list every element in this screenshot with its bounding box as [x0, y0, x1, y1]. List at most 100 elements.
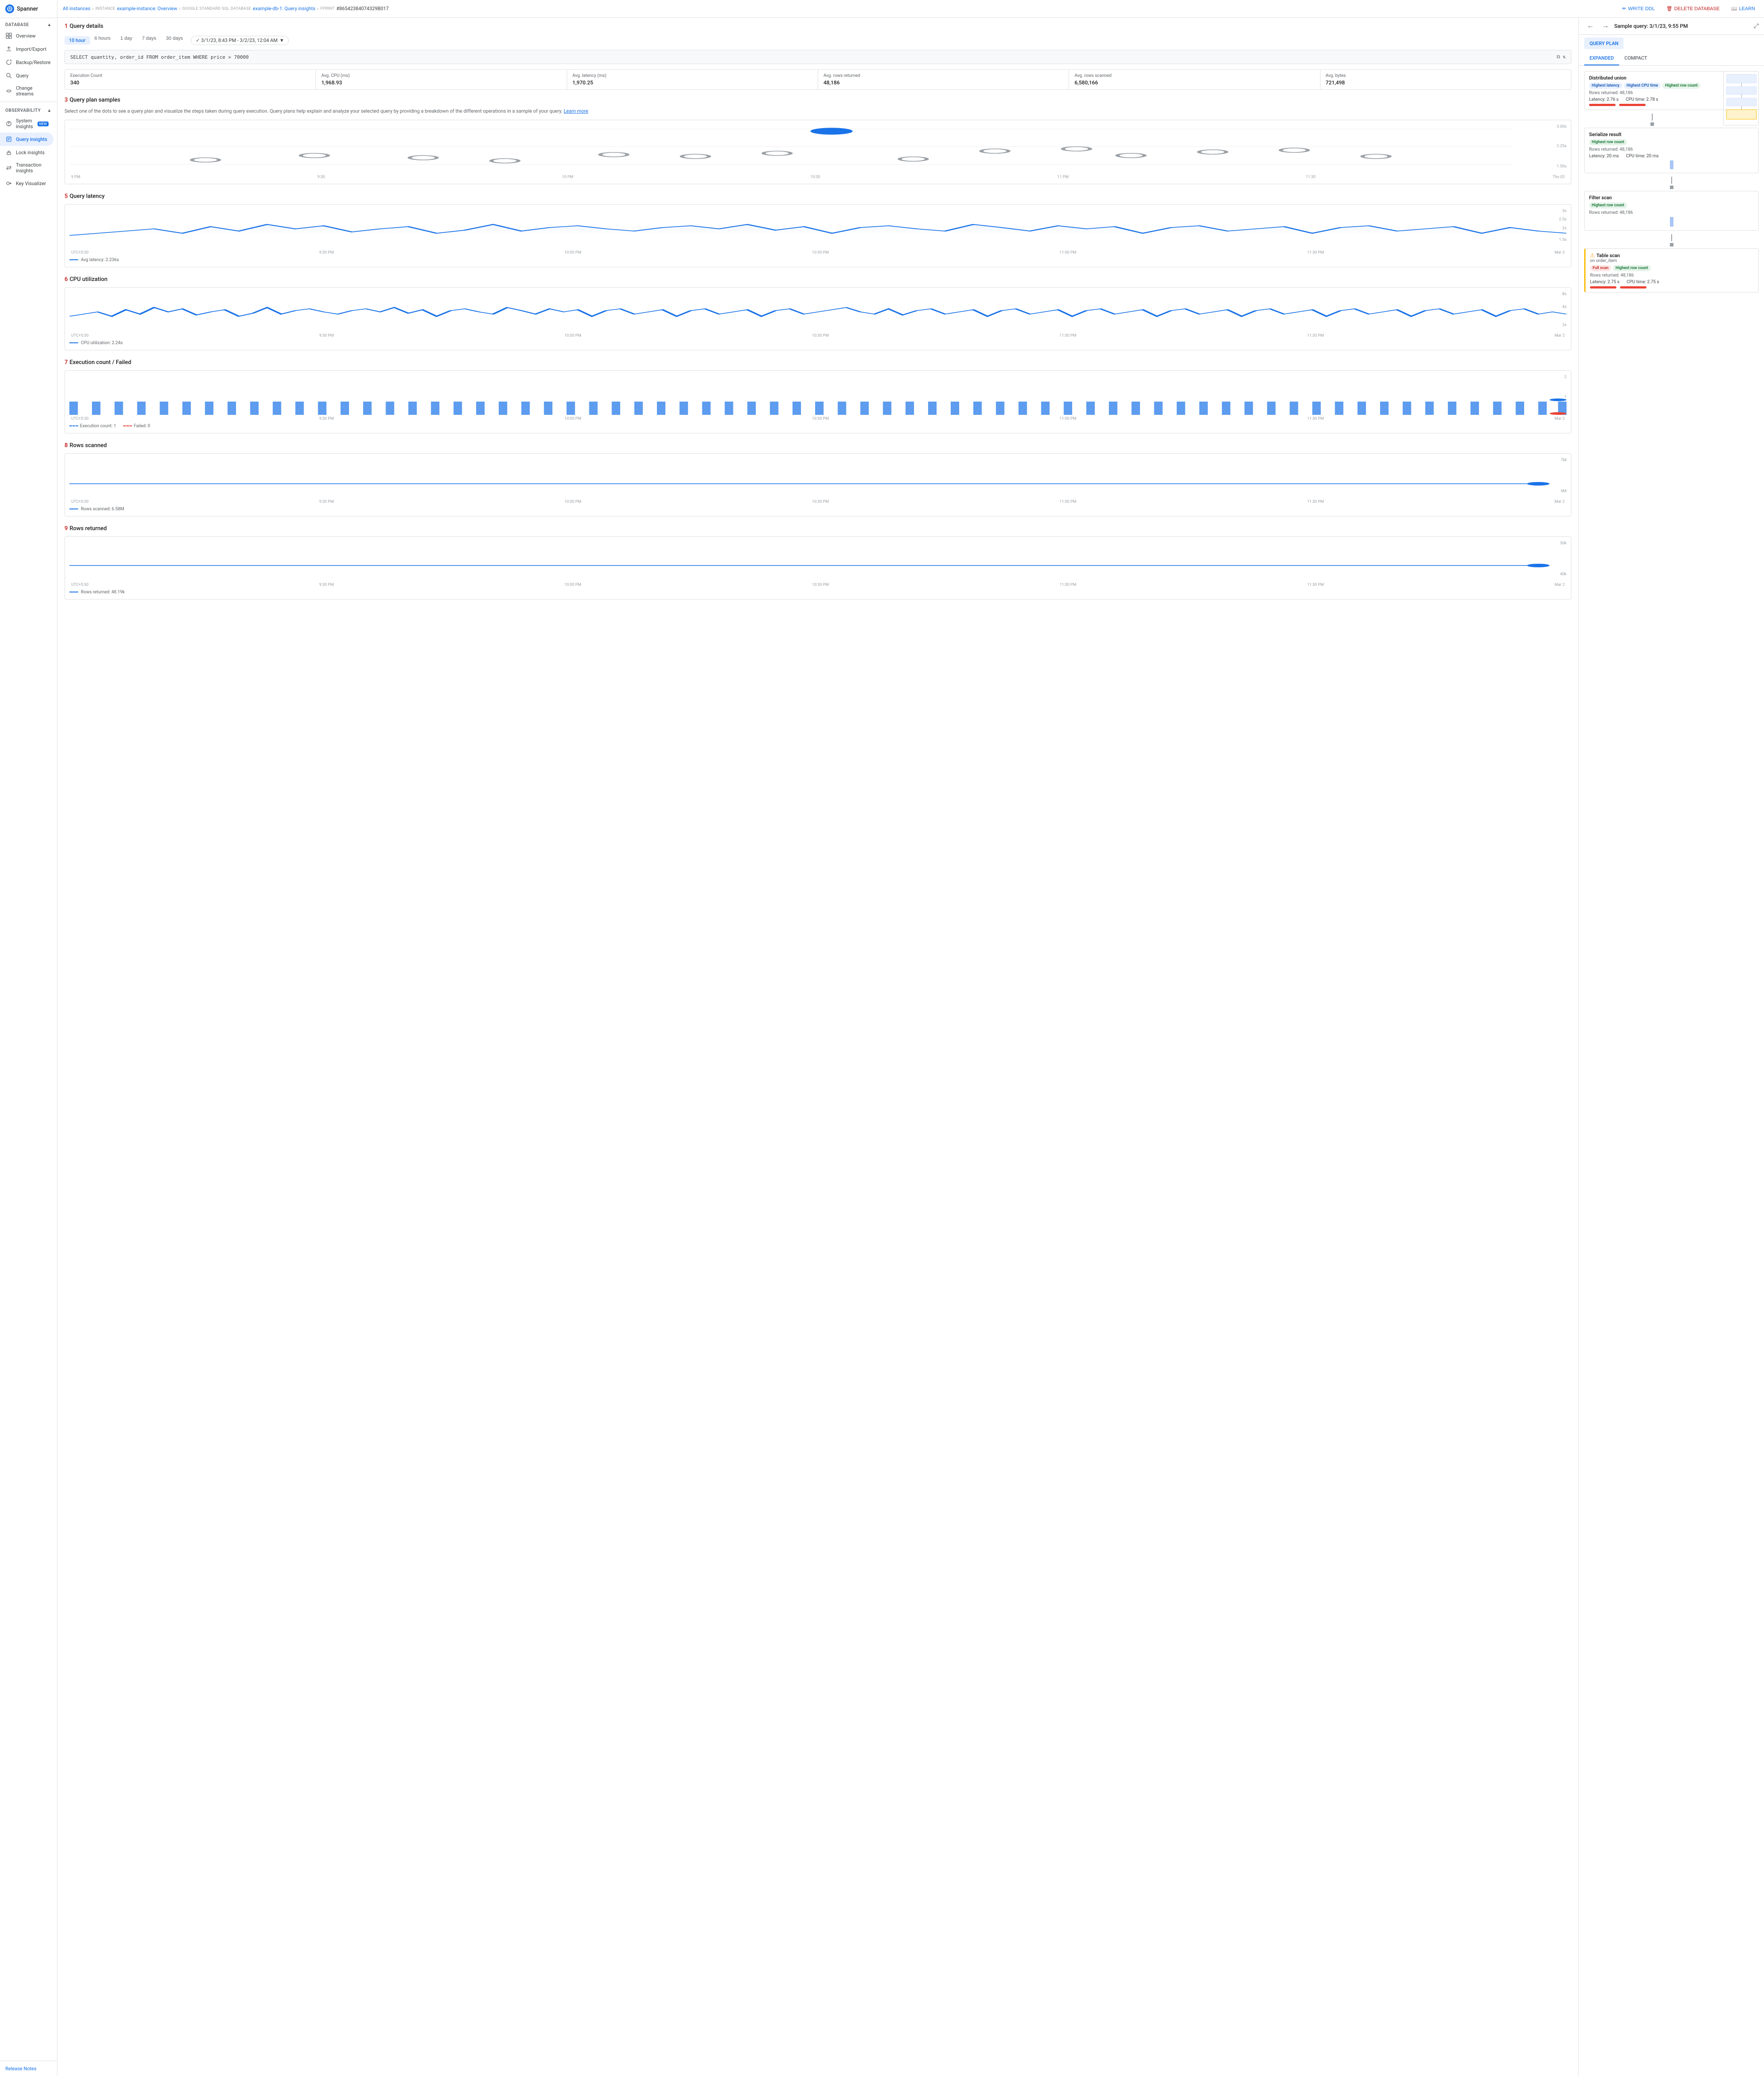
rows-returned-x-labels: UTC+5:30 9:30 PM 10:00 PM 10:30 PM 11:00… — [69, 583, 1567, 587]
rows-returned-legend: Rows returned: 48.19k — [69, 590, 1567, 595]
latency-x-labels: UTC+5:30 9:30 PM 10:00 PM 10:30 PM 11:00… — [69, 250, 1567, 255]
sidebar-item-label: Change streams — [16, 85, 48, 97]
sidebar-item-backup-restore[interactable]: Backup/Restore — [0, 56, 53, 69]
copy-icon[interactable]: ⧉ — [1557, 54, 1560, 60]
tab-1day[interactable]: 1 day — [116, 34, 137, 43]
rows-scanned-chart-container: 7M 6M UTC+5:30 9:30 PM 10:00 PM 10:30 PM — [64, 453, 1571, 516]
sidebar-item-label: Query insights — [16, 137, 47, 142]
latency-chart-container: 3s 2.5s 2s 1.5s UTC+5:30 9:30 PM 10:00 P… — [64, 204, 1571, 267]
nav-prev-button[interactable]: ← — [1584, 21, 1597, 31]
new-badge: NEW — [38, 121, 49, 126]
breadcrumb-fprint-label: FPRINT — [320, 7, 334, 11]
content-area: 1 Query details 10 hour 6 hours 1 day 7 … — [57, 18, 1764, 2076]
query-details-section: 1 Query details 10 hour 6 hours 1 day 7 … — [64, 23, 1571, 184]
connector-1 — [1584, 114, 1720, 121]
scatter-svg — [69, 125, 1567, 173]
plan-node-serialize-result: Serialize result Highest row count Rows … — [1584, 128, 1759, 173]
exec-x-labels: UTC+5:30 9:30 PM 10:00 PM 10:30 PM 11:00… — [69, 417, 1567, 421]
sidebar-item-lock-insights[interactable]: Lock insights — [0, 146, 53, 159]
stat-avg-rows-scanned: Avg. rows scanned 6,580,166 — [1069, 70, 1320, 89]
latency-chart-svg — [69, 209, 1567, 249]
node-1-stats: Latency: 20 ms CPU time: 20 ms — [1589, 154, 1754, 159]
query-plan-body: Distributed union Highest latency Highes… — [1579, 66, 1764, 301]
plan-thumbnail — [1723, 71, 1759, 125]
scatter-x-labels: 9 PM 9:30 10 PM 10:30 11 PM 11:30 Thu 02 — [69, 175, 1567, 179]
sidebar-item-system-insights[interactable]: System insights NEW — [0, 115, 53, 133]
node-0-bar1 — [1589, 104, 1616, 106]
query-text-box: SELECT quantity, order_id FROM order_ite… — [64, 50, 1571, 64]
legend-exec-icon — [69, 425, 78, 426]
expand-panel-icon[interactable]: ⤢ — [1754, 23, 1759, 30]
sidebar-item-change-streams[interactable]: Change streams — [0, 82, 53, 100]
cpu-chart-area: 8s 4s 2s — [69, 292, 1567, 332]
query-icon — [5, 136, 12, 143]
exec-chart-area: 2 1 — [69, 375, 1567, 415]
latency-chart-area: 3s 2.5s 2s 1.5s — [69, 209, 1567, 249]
delete-icon: 🗑 — [1666, 6, 1673, 11]
scatter-y-min: 1.50s — [1557, 164, 1567, 169]
date-range-picker[interactable]: ✓ 3/1/23, 8:43 PM - 3/2/23, 12:04 AM ▼ — [191, 36, 289, 45]
plan-node-0-badges: Highest latency Highest CPU time Highest… — [1589, 83, 1720, 89]
plan-thumbnail-svg — [1726, 73, 1757, 122]
nav-next-button[interactable]: → — [1599, 21, 1612, 31]
query-plan-tabs: EXPANDED COMPACT — [1579, 52, 1764, 66]
sidebar-item-key-visualizer[interactable]: Key Visualizer — [0, 177, 53, 190]
breadcrumb: All instances › INSTANCE example-instanc… — [63, 6, 389, 11]
sidebar-item-import-export[interactable]: Import/Export — [0, 42, 53, 56]
sidebar-item-label: Backup/Restore — [16, 60, 50, 65]
scatter-chart-container: 3.00s 2.25s 1.50s — [64, 120, 1571, 184]
sidebar-item-overview[interactable]: Overview — [0, 29, 53, 42]
cpu-legend: CPU utilization: 2.24s — [69, 341, 1567, 345]
tab-6hours[interactable]: 6 hours — [90, 34, 115, 43]
scatter-y-max: 3.00s — [1557, 125, 1567, 129]
key-icon — [5, 180, 12, 187]
badge-full-scan: Full scan — [1590, 265, 1611, 271]
node-0-cpu: CPU time: 2.78 s — [1626, 97, 1658, 102]
node-0-stats: Latency: 2.76 s CPU time: 2.78 s — [1589, 97, 1720, 102]
write-ddl-button[interactable]: ✏ WRITE DDL — [1619, 4, 1658, 13]
transaction-icon — [5, 164, 12, 171]
rows-scanned-legend: Rows scanned: 6.58M — [69, 507, 1567, 512]
plan-node-table-scan: ⚠ Table scan on order_item Full scan Hig… — [1584, 248, 1759, 292]
badge-highest-row-2: Highest row count — [1589, 202, 1627, 209]
sidebar-item-query[interactable]: Query — [0, 69, 53, 82]
plan-node-3-badges: Full scan Highest row count — [1590, 265, 1754, 271]
tab-compact[interactable]: COMPACT — [1619, 52, 1653, 65]
connector-2 — [1584, 177, 1759, 184]
topbar: All instances › INSTANCE example-instanc… — [57, 0, 1764, 18]
tab-7days[interactable]: 7 days — [137, 34, 160, 43]
breadcrumb-instance-name[interactable]: example-instance: Overview — [117, 6, 177, 11]
node-3-bar1 — [1590, 286, 1616, 288]
warning-triangle-icon: ⚠ — [1590, 252, 1595, 258]
sidebar-item-transaction-insights[interactable]: Transaction insights — [0, 159, 53, 177]
sidebar-item-label: Overview — [16, 33, 36, 39]
section1-title: 1 Query details — [64, 23, 1571, 30]
learn-more-link[interactable]: Learn more — [564, 108, 588, 114]
right-panel: ← → Sample query: 3/1/23, 9:55 PM ⤢ QUER… — [1578, 18, 1764, 2076]
sidebar-item-label: Key Visualizer — [16, 181, 46, 186]
badge-highest-row: Highest row count — [1662, 83, 1700, 89]
collapse-db-icon[interactable]: ▲ — [47, 23, 52, 27]
learn-button[interactable]: 📖 LEARN — [1728, 4, 1759, 13]
breadcrumb-all-instances[interactable]: All instances — [63, 6, 91, 11]
tab-expanded[interactable]: EXPANDED — [1584, 52, 1619, 65]
latency-legend: Avg latency: 2.236s — [69, 258, 1567, 262]
stream-icon — [5, 87, 12, 95]
delete-database-button[interactable]: 🗑 DELETE DATABASE — [1663, 4, 1723, 13]
node-1-rows: Rows returned: 48,186 — [1589, 147, 1754, 152]
app-name: Spanner — [17, 6, 38, 12]
stat-avg-latency: Avg. latency (ms) 1,970.25 — [567, 70, 818, 89]
expand-query-icon[interactable]: ⇅ — [1563, 54, 1566, 60]
sidebar-item-query-insights[interactable]: Query insights — [0, 133, 53, 146]
release-notes-link[interactable]: Release Notes — [0, 2061, 57, 2076]
collapse-obs-icon[interactable]: ▲ — [47, 108, 52, 113]
exec-chart-svg — [69, 375, 1567, 415]
query-text: SELECT quantity, order_id FROM order_ite… — [70, 54, 249, 60]
query-plan-samples-desc: Select one of the dots to see a query pl… — [64, 108, 1571, 115]
rows-scanned-section: 8 Rows scanned 7M 6M UTC+5:30 — [64, 442, 1571, 516]
stats-row: Execution Count 340 Avg. CPU (ms) 1,968.… — [64, 69, 1571, 90]
breadcrumb-db-name[interactable]: example-db-1: Query insights — [253, 6, 315, 11]
active-time-tab[interactable]: 10 hour — [64, 36, 90, 45]
main-content: All instances › INSTANCE example-instanc… — [57, 0, 1764, 2076]
tab-30days[interactable]: 30 days — [162, 34, 188, 43]
